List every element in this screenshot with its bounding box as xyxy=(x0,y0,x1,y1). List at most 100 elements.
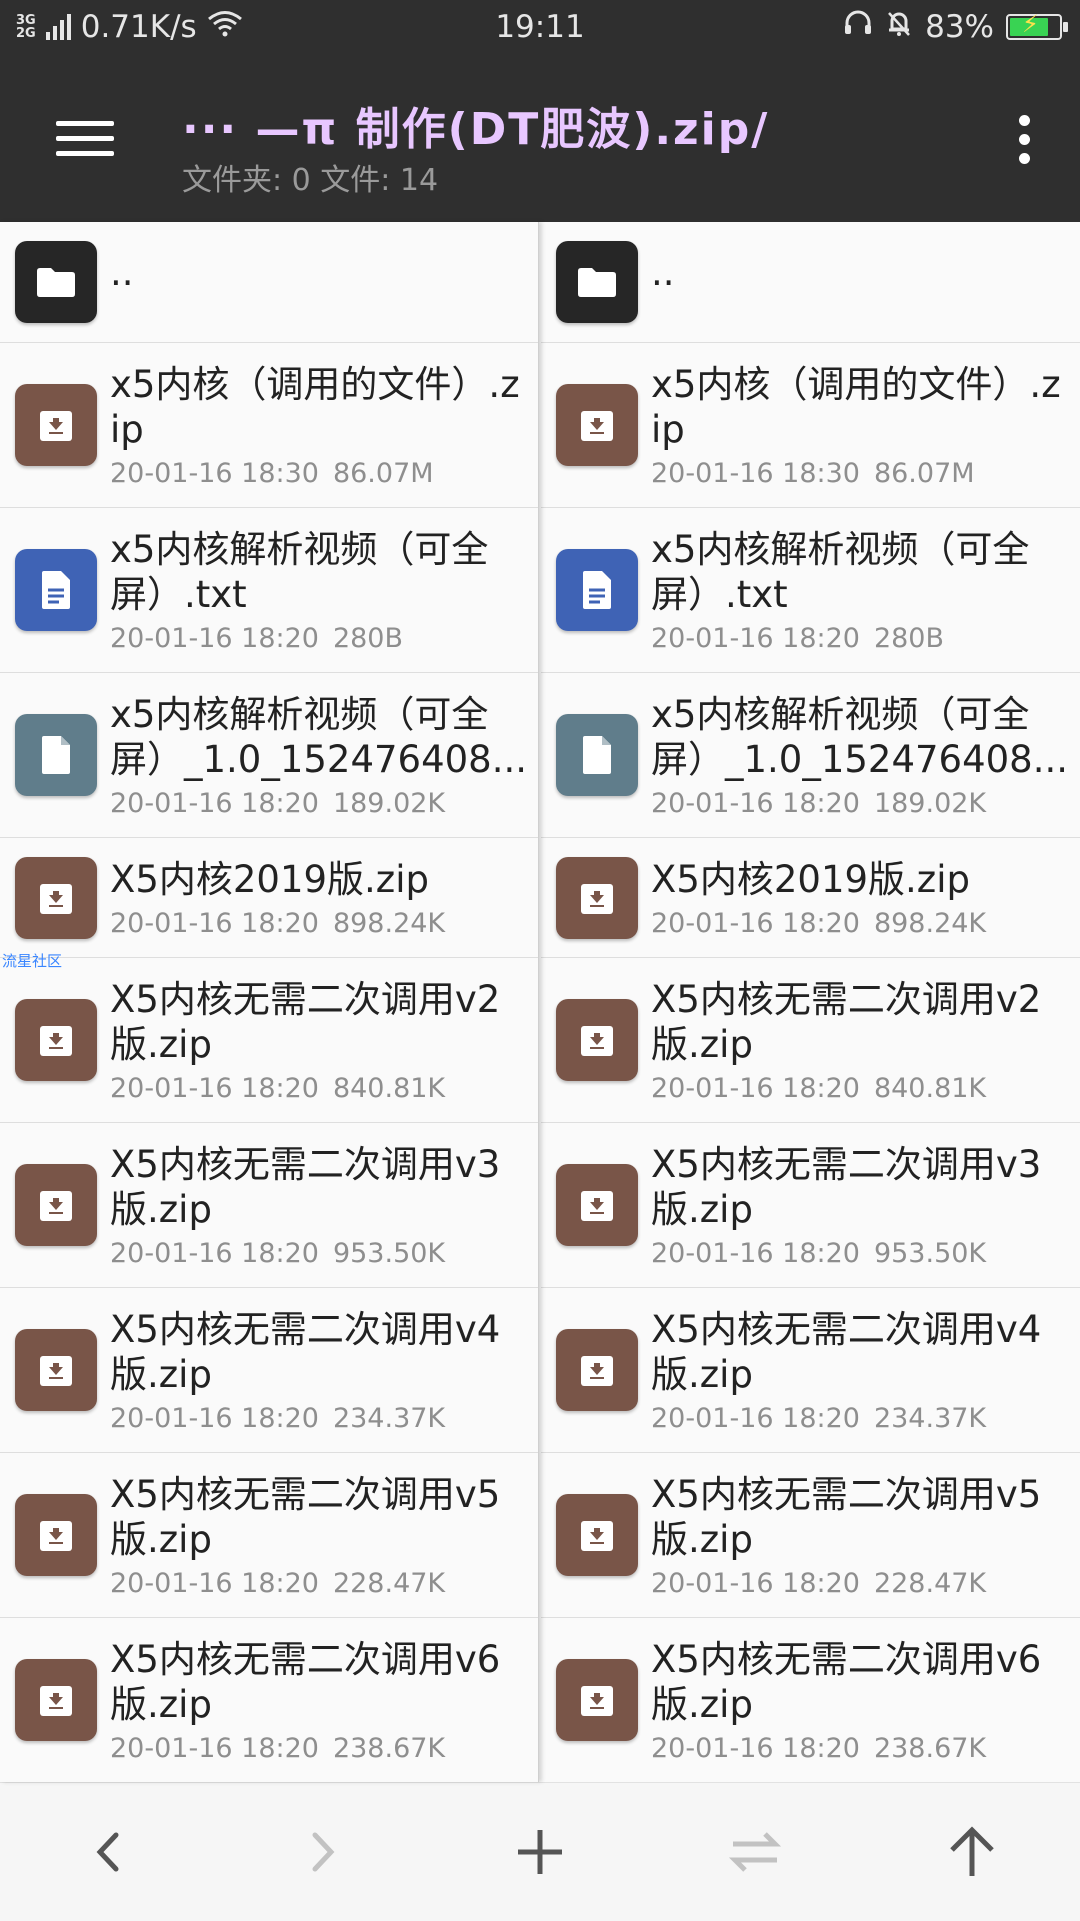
file-date: 20-01-16 18:20 xyxy=(110,1073,319,1104)
file-name: x5内核（调用的文件）.zip xyxy=(110,363,520,451)
file-row[interactable]: X5内核无需二次调用v3版.zip 20-01-16 18:20 953.50K xyxy=(0,1123,538,1288)
file-row[interactable]: x5内核（调用的文件）.zip 20-01-16 18:30 86.07M xyxy=(0,343,538,508)
file-name: X5内核无需二次调用v5版.zip xyxy=(110,1473,501,1561)
file-date: 20-01-16 18:20 xyxy=(110,1238,319,1269)
file-row[interactable]: X5内核无需二次调用v2版.zip 20-01-16 18:20 840.81K xyxy=(0,958,538,1123)
file-date: 20-01-16 18:20 xyxy=(110,1568,319,1599)
file-name: X5内核无需二次调用v6版.zip xyxy=(110,1638,501,1726)
file-name: X5内核无需二次调用v5版.zip xyxy=(651,1473,1042,1561)
file-row[interactable]: x5内核解析视频（可全屏）.txt 20-01-16 18:20 280B xyxy=(541,508,1080,673)
file-row[interactable]: X5内核无需二次调用v2版.zip 20-01-16 18:20 840.81K xyxy=(541,958,1080,1123)
archive-icon xyxy=(15,1659,97,1741)
app-bar: ··· —π 制作(DT肥波).zip/ 文件夹: 0 文件: 14 xyxy=(0,55,1080,222)
file-size: 898.24K xyxy=(332,908,446,939)
more-options-icon[interactable] xyxy=(1010,115,1040,165)
file-name: X5内核无需二次调用v3版.zip xyxy=(651,1143,1042,1231)
parent-directory-row[interactable]: .. xyxy=(0,222,538,343)
file-name: X5内核无需二次调用v3版.zip xyxy=(110,1143,501,1231)
left-file-pane[interactable]: .. x5内核（调用的文件）.zip 20-01-16 18:30 86.07M x5内… xyxy=(0,222,539,1782)
right-file-pane[interactable]: .. x5内核（调用的文件）.zip 20-01-16 18:30 86.07M x5内… xyxy=(541,222,1080,1782)
battery-icon: ⚡ xyxy=(1006,10,1068,40)
archive-icon xyxy=(15,857,97,939)
parent-directory-label: .. xyxy=(110,251,134,294)
file-row[interactable]: X5内核无需二次调用v6版.zip 20-01-16 18:20 238.67K xyxy=(0,1618,538,1782)
file-row[interactable]: X5内核无需二次调用v5版.zip 20-01-16 18:20 228.47K xyxy=(0,1453,538,1618)
folder-icon xyxy=(15,241,97,323)
file-date: 20-01-16 18:20 xyxy=(651,1568,860,1599)
up-arrow-icon[interactable] xyxy=(937,1817,1007,1887)
file-icon xyxy=(556,714,638,796)
file-size: 228.47K xyxy=(873,1568,987,1599)
parent-directory-label: .. xyxy=(651,251,675,294)
archive-icon xyxy=(15,384,97,466)
file-row[interactable]: X5内核无需二次调用v6版.zip 20-01-16 18:20 238.67K xyxy=(541,1618,1080,1782)
archive-icon xyxy=(556,1494,638,1576)
add-icon[interactable] xyxy=(505,1817,575,1887)
file-name: X5内核2019版.zip xyxy=(110,858,429,901)
file-date: 20-01-16 18:20 xyxy=(651,908,860,939)
bell-off-icon xyxy=(885,9,913,45)
file-row[interactable]: X5内核2019版.zip 20-01-16 18:20 898.24K xyxy=(0,838,538,958)
file-name: X5内核2019版.zip xyxy=(651,858,970,901)
swap-icon[interactable] xyxy=(720,1817,790,1887)
file-icon xyxy=(15,714,97,796)
file-date: 20-01-16 18:30 xyxy=(651,458,860,489)
file-date: 20-01-16 18:20 xyxy=(651,623,860,654)
file-size: 953.50K xyxy=(332,1238,446,1269)
archive-icon xyxy=(556,1329,638,1411)
parent-directory-row[interactable]: .. xyxy=(541,222,1080,343)
file-row[interactable]: x5内核解析视频（可全屏）_1.0_152476408... 20-01-16 1… xyxy=(541,673,1080,838)
file-date: 20-01-16 18:20 xyxy=(651,1733,860,1764)
charging-icon: ⚡ xyxy=(1022,10,1039,38)
folder-icon xyxy=(556,241,638,323)
archive-icon xyxy=(556,384,638,466)
status-bar: 3G 2G 0.71K/s 19:11 83% ⚡ xyxy=(0,0,1080,55)
file-size: 228.47K xyxy=(332,1568,446,1599)
file-row[interactable]: x5内核解析视频（可全屏）_1.0_152476408... 20-01-16 1… xyxy=(0,673,538,838)
watermark: 流星社区 xyxy=(2,952,63,970)
file-row[interactable]: X5内核无需二次调用v4版.zip 20-01-16 18:20 234.37K xyxy=(541,1288,1080,1453)
archive-icon xyxy=(556,1659,638,1741)
file-row[interactable]: X5内核2019版.zip 20-01-16 18:20 898.24K xyxy=(541,838,1080,958)
file-size: 234.37K xyxy=(873,1403,987,1434)
headset-icon xyxy=(843,9,873,45)
file-date: 20-01-16 18:20 xyxy=(110,1403,319,1434)
file-date: 20-01-16 18:20 xyxy=(651,1238,860,1269)
archive-icon xyxy=(556,857,638,939)
file-size: 238.67K xyxy=(873,1733,987,1764)
file-date: 20-01-16 18:30 xyxy=(110,458,319,489)
file-row[interactable]: X5内核无需二次调用v4版.zip 20-01-16 18:20 234.37K xyxy=(0,1288,538,1453)
file-row[interactable]: x5内核解析视频（可全屏）.txt 20-01-16 18:20 280B xyxy=(0,508,538,673)
file-size: 234.37K xyxy=(332,1403,446,1434)
file-date: 20-01-16 18:20 xyxy=(110,1733,319,1764)
text-file-icon xyxy=(556,549,638,631)
back-arrow-icon[interactable] xyxy=(73,1817,143,1887)
file-name: X5内核无需二次调用v4版.zip xyxy=(651,1308,1042,1396)
archive-icon xyxy=(556,1164,638,1246)
file-size: 189.02K xyxy=(332,788,446,819)
forward-arrow-icon[interactable] xyxy=(288,1817,358,1887)
file-date: 20-01-16 18:20 xyxy=(110,788,319,819)
file-date: 20-01-16 18:20 xyxy=(651,1403,860,1434)
text-file-icon xyxy=(15,549,97,631)
file-row[interactable]: X5内核无需二次调用v5版.zip 20-01-16 18:20 228.47K xyxy=(541,1453,1080,1618)
archive-icon xyxy=(15,1164,97,1246)
file-size: 280B xyxy=(873,623,945,654)
file-size: 189.02K xyxy=(873,788,987,819)
file-size: 840.81K xyxy=(873,1073,987,1104)
archive-icon xyxy=(15,1494,97,1576)
battery-percent: 83% xyxy=(925,9,994,45)
archive-icon xyxy=(556,999,638,1081)
file-row[interactable]: x5内核（调用的文件）.zip 20-01-16 18:30 86.07M xyxy=(541,343,1080,508)
file-name: X5内核无需二次调用v2版.zip xyxy=(651,978,1042,1066)
menu-icon[interactable] xyxy=(56,118,114,160)
status-right: 83% ⚡ xyxy=(843,9,1068,45)
current-path[interactable]: ··· —π 制作(DT肥波).zip/ xyxy=(182,93,769,157)
file-name: X5内核无需二次调用v4版.zip xyxy=(110,1308,501,1396)
file-name: X5内核无需二次调用v6版.zip xyxy=(651,1638,1042,1726)
file-name: x5内核解析视频（可全屏）_1.0_152476408... xyxy=(110,693,527,781)
file-row[interactable]: X5内核无需二次调用v3版.zip 20-01-16 18:20 953.50K xyxy=(541,1123,1080,1288)
file-size: 953.50K xyxy=(873,1238,987,1269)
file-date: 20-01-16 18:20 xyxy=(110,623,319,654)
file-name: X5内核无需二次调用v2版.zip xyxy=(110,978,501,1066)
